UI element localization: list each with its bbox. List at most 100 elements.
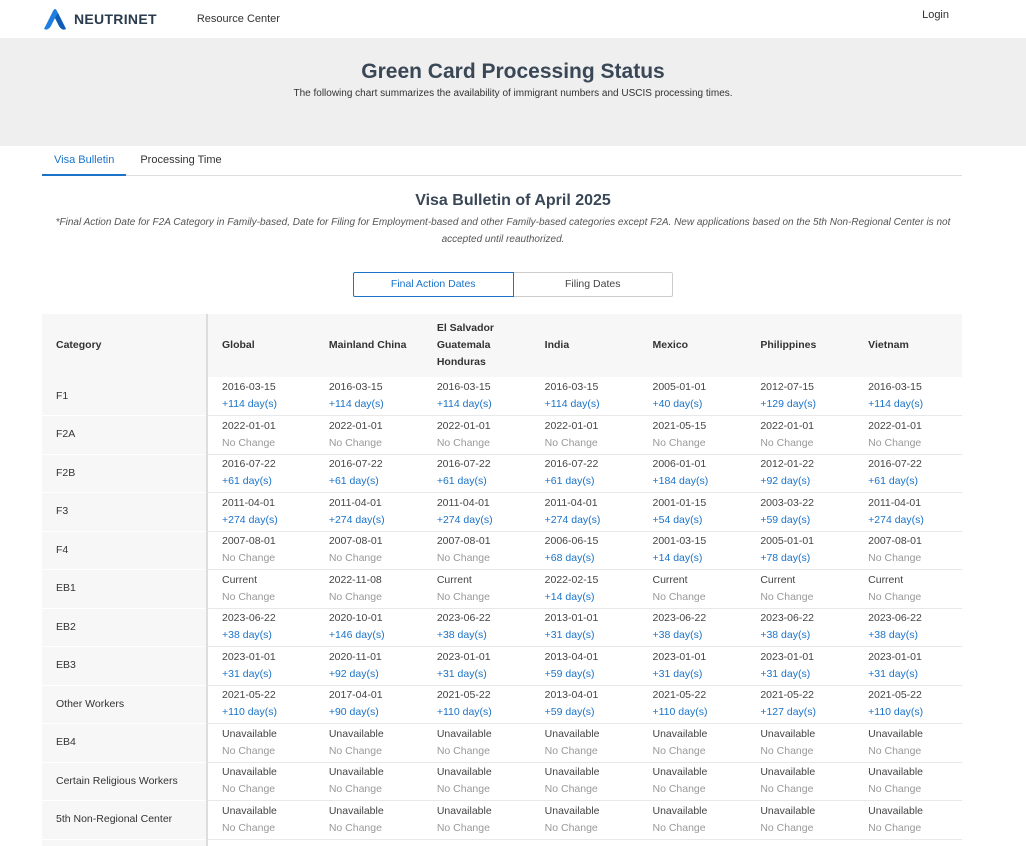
cell-date: 2023-06-22: [222, 612, 276, 625]
header-el-salvador-guatemala-honduras: El Salvador Guatemala Honduras: [422, 314, 531, 377]
cell-change: No Change: [222, 436, 276, 449]
cell-change: +114 day(s): [868, 398, 924, 410]
cell-date: 2011-04-01: [222, 496, 275, 509]
cell-date: 2016-03-15: [328, 381, 383, 393]
cell-date: Unavailable: [328, 804, 384, 817]
final-action-dates-button[interactable]: Final Action Dates: [353, 272, 514, 297]
table-cell: 2011-04-01 +274 day(s): [314, 492, 423, 532]
table-row: 5th Non-Regional Center Unavailable No Cha…: [42, 800, 962, 840]
table-cell: Current No Change: [422, 569, 531, 609]
cell-change: No Change: [544, 436, 598, 449]
cell-change: +274 day(s): [222, 513, 278, 526]
cell-date: 2022-01-01: [222, 419, 276, 432]
cell-date: 2011-04-01: [544, 496, 598, 509]
row-category: F2A: [42, 415, 208, 455]
cell-date: 2022-02-15: [544, 573, 599, 586]
cell-date: Unavailable: [222, 727, 277, 740]
cell-change: +38 day(s): [760, 629, 811, 642]
cell-change: No Change: [436, 590, 490, 603]
nav-resource-center[interactable]: Resource Center: [197, 13, 280, 25]
cell-date: Unavailable: [544, 804, 600, 817]
table-cell: Unavailable No Change: [422, 723, 531, 763]
cell-change: +114 day(s): [328, 398, 384, 410]
table-cell: 2021-05-22 +110 day(s): [207, 685, 315, 724]
filing-dates-button[interactable]: Filing Dates: [513, 272, 673, 297]
table-cell: 2022-01-01 No Change: [422, 415, 531, 455]
table-cell: 2023-06-22 +38 day(s): [746, 608, 855, 647]
bulletin-note: *Final Action Date for F2A Category in F…: [55, 217, 951, 245]
cell-change: +40 day(s): [652, 398, 703, 410]
cell-change: No Change: [436, 783, 490, 796]
brand-name: NEUTRINET: [74, 11, 157, 27]
tab-visa-bulletin[interactable]: Visa Bulletin: [42, 150, 127, 176]
table-cell: 2021-05-22 +110 day(s): [422, 685, 531, 724]
cell-date: 2012-07-15: [760, 381, 815, 393]
cell-change: No Change: [868, 552, 922, 565]
table-cell: Unavailable No Change: [530, 800, 639, 840]
cell-date: 2011-04-01: [868, 496, 922, 509]
login-link[interactable]: Login: [922, 0, 949, 38]
cell-date: 2012-01-22: [760, 458, 815, 471]
table-cell: 2022-01-01 No Change: [530, 415, 639, 455]
cell-change: No Change: [868, 783, 922, 796]
cell-change: +110 day(s): [222, 706, 277, 719]
cell-date: Unavailable: [760, 727, 816, 740]
cell-change: +274 day(s): [868, 513, 924, 526]
header-philippines: Philippines: [746, 314, 855, 377]
table-cell: 2011-04-01 +274 day(s): [207, 492, 315, 532]
table-cell: 2013-04-01 +59 day(s): [530, 685, 639, 724]
cell-change: No Change: [760, 744, 814, 757]
table-cell: 2007-08-01 No Change: [314, 531, 423, 570]
table-cell: Unavailable No Change: [638, 800, 747, 840]
cell-change: No Change: [652, 590, 706, 603]
cell-change: +61 day(s): [544, 475, 595, 488]
cell-date: Unavailable: [760, 766, 816, 779]
table-cell: 2013-01-01 +31 day(s): [530, 608, 639, 647]
cell-change: No Change: [652, 821, 706, 834]
table-cell: 2021-05-22 +110 day(s): [638, 685, 747, 724]
table-cell: 2001-01-15 +54 day(s): [638, 492, 747, 532]
cell-change: +61 day(s): [436, 475, 487, 488]
table-cell: Current No Change: [746, 569, 855, 609]
cell-date: 2016-03-15: [436, 381, 491, 393]
cell-date: Unavailable: [868, 804, 924, 817]
table-cell: Unavailable No Change: [314, 762, 423, 801]
cell-date: 2021-05-22: [222, 689, 276, 702]
table-cell: Unavailable: [638, 839, 747, 846]
cell-date: 2022-01-01: [436, 419, 491, 432]
cell-date: 2022-01-01: [328, 419, 383, 432]
cell-date: 2011-04-01: [436, 496, 490, 509]
header-mexico: Mexico: [638, 314, 747, 377]
table-cell: Current No Change: [854, 569, 962, 609]
cell-date: Unavailable: [868, 727, 924, 740]
table-row: EB4 Unavailable No Change Unavailable No Cha…: [42, 723, 962, 763]
cell-date: 2005-01-01: [760, 535, 815, 548]
cell-date: 2021-05-22: [760, 689, 815, 702]
table-row: F3 2011-04-01 +274 day(s) 2011-04-01 +274 da…: [42, 492, 962, 532]
table-cell: 2023-06-22 +38 day(s): [422, 608, 531, 647]
cell-date: Unavailable: [436, 766, 492, 779]
cell-change: No Change: [760, 436, 814, 449]
table-body: F1 2016-03-15 +114 day(s) 2016-03-15 +114 da…: [42, 377, 962, 846]
brand-logo[interactable]: NEUTRINET: [42, 7, 157, 31]
table-row: EB2 2023-06-22 +38 day(s) 2020-10-01 +146 da…: [42, 608, 962, 647]
top-nav: NEUTRINET Resource Center Login: [0, 0, 1026, 38]
cell-date: 2007-08-01: [868, 535, 922, 548]
cell-change: No Change: [222, 590, 276, 603]
table-cell: Unavailable No Change: [422, 800, 531, 840]
cell-date: Unavailable: [868, 766, 924, 779]
cell-date: 2020-10-01: [328, 612, 383, 625]
cell-date: Unavailable: [652, 804, 708, 817]
table-cell: 2020-10-01 +146 day(s): [314, 608, 423, 647]
cell-date: 2022-01-01: [544, 419, 599, 432]
cell-change: +38 day(s): [652, 629, 703, 642]
cell-change: No Change: [436, 744, 490, 757]
tab-processing-time[interactable]: Processing Time: [128, 150, 233, 176]
cell-change: +90 day(s): [328, 706, 379, 719]
cell-change: No Change: [222, 744, 276, 757]
cell-change: +274 day(s): [544, 513, 601, 526]
cell-change: +114 day(s): [544, 398, 600, 410]
table-cell: 2016-07-22 +61 day(s): [854, 454, 962, 493]
cell-date: 2016-03-15: [544, 381, 599, 393]
table-cell: 2022-01-01 No Change: [854, 415, 962, 455]
